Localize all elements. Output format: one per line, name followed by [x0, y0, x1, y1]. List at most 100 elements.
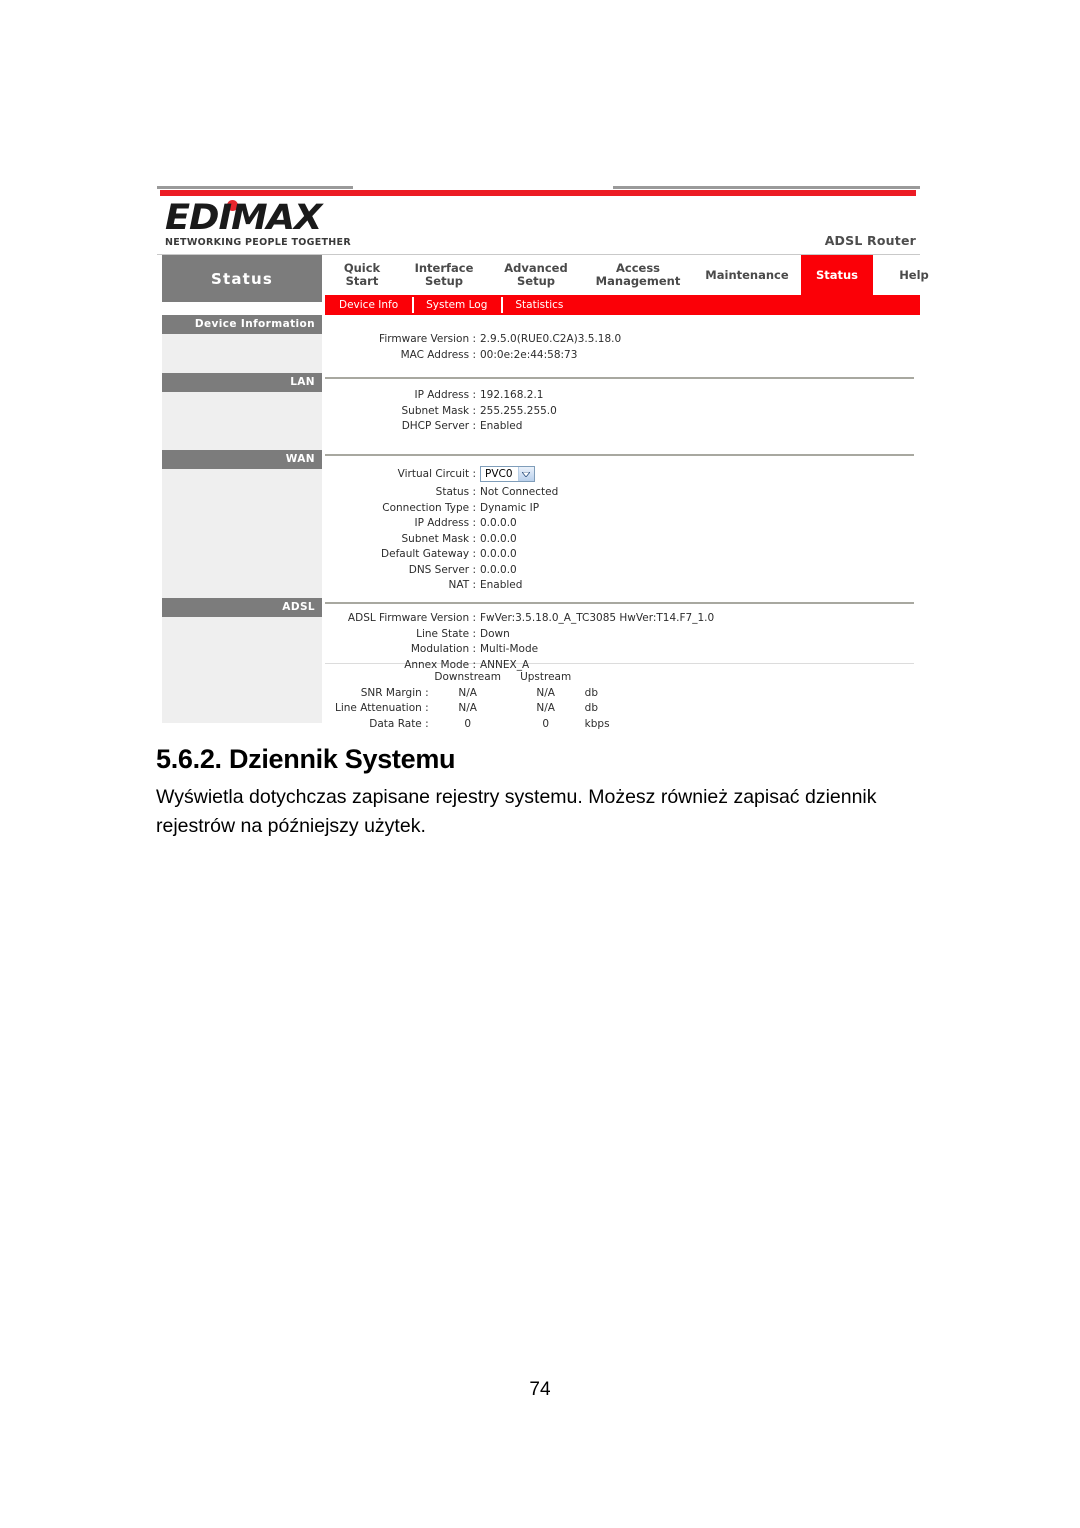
label-firmware-version: Firmware Version : [379, 333, 476, 345]
subtab-device-info[interactable]: Device Info [325, 295, 412, 315]
wan-rows: Virtual Circuit : PVC0 Status : Not Conn… [370, 464, 558, 594]
label-dns-server: DNS Server : [408, 563, 476, 576]
label-line-attenuation: Line Attenuation : [335, 702, 429, 714]
router-web-ui-screenshot: EDIMAX NETWORKING PEOPLE TOGETHER ADSL R… [157, 186, 955, 730]
edimax-logo: EDIMAX NETWORKING PEOPLE TOGETHER [165, 200, 365, 248]
row-default-gateway: Default Gateway : 0.0.0.0 [370, 547, 558, 563]
snr-margin-downstream: N/A [458, 686, 477, 699]
page-number: 74 [529, 1379, 551, 1400]
label-dhcp-server: DHCP Server : [401, 420, 476, 432]
table-row: Line Attenuation : N/A N/A db [335, 701, 610, 717]
value-dns-server: 0.0.0.0 [480, 563, 517, 576]
tab-advanced-setup[interactable]: Advanced Setup [489, 255, 583, 295]
logo-wordmark: EDIMAX [165, 198, 322, 238]
label-default-gateway: Default Gateway : [381, 548, 476, 560]
navigation-area: Status Quick Start Interface Setup Advan… [157, 255, 955, 315]
label-mac-address: MAC Address : [400, 348, 476, 361]
value-wan-subnet-mask: 0.0.0.0 [480, 532, 517, 545]
snr-margin-upstream: N/A [536, 686, 555, 699]
virtual-circuit-select[interactable]: PVC0 [480, 466, 535, 483]
row-wan-subnet-mask: Subnet Mask : 0.0.0.0 [370, 532, 558, 548]
label-adsl-firmware-version: ADSL Firmware Version : [347, 612, 476, 624]
label-connection-type: Connection Type : [382, 501, 476, 514]
row-dns-server: DNS Server : 0.0.0.0 [370, 563, 558, 579]
row-adsl-firmware-version: ADSL Firmware Version : FwVer:3.5.18.0_A… [315, 611, 714, 627]
sidebar-fill-wan [162, 469, 322, 598]
line-attenuation-unit: db [584, 702, 598, 714]
tab-interface-setup[interactable]: Interface Setup [399, 255, 489, 295]
section-rule-lan [325, 377, 914, 379]
section-rule-wan [325, 454, 914, 456]
label-line-state: Line State : [416, 627, 476, 640]
label-lan-ip-address: IP Address : [414, 389, 476, 401]
stats-header-row: Downstream Upstream [335, 670, 610, 686]
label-nat: NAT : [448, 579, 476, 591]
lan-rows: IP Address : 192.168.2.1 Subnet Mask : 2… [370, 388, 557, 435]
sidebar-fill-device-information [162, 334, 322, 373]
sub-tab-bar: Device Info System Log Statistics [325, 295, 920, 315]
adsl-statistics-table: Downstream Upstream SNR Margin : N/A N/A… [335, 670, 610, 732]
device-information-rows: Firmware Version : 2.9.5.0(RUE0.C2A)3.5.… [370, 332, 621, 363]
tab-access-management[interactable]: Access Management [583, 255, 693, 295]
section-header-lan: LAN [162, 373, 322, 392]
value-wan-ip-address: 0.0.0.0 [480, 517, 517, 529]
table-row: Data Rate : 0 0 kbps [335, 717, 610, 733]
stats-unit-header [585, 670, 610, 686]
label-wan-status: Status : [435, 486, 476, 498]
label-virtual-circuit: Virtual Circuit : [397, 467, 476, 480]
stats-corner-cell [335, 670, 429, 686]
line-attenuation-upstream: N/A [536, 702, 555, 714]
section-header-device-information: Device Information [162, 315, 322, 334]
panel-title-status: Status [162, 255, 322, 302]
virtual-circuit-selected-value: PVC0 [485, 468, 513, 481]
status-panel-body: Device Information LAN WAN ADSL Firmware… [157, 315, 920, 730]
tab-status[interactable]: Status [801, 255, 873, 295]
value-line-state: Down [480, 627, 510, 640]
value-firmware-version: 2.9.5.0(RUE0.C2A)3.5.18.0 [480, 333, 622, 345]
value-default-gateway: 0.0.0.0 [480, 548, 517, 560]
value-connection-type: Dynamic IP [480, 501, 540, 514]
value-lan-ip-address: 192.168.2.1 [480, 389, 544, 401]
value-nat: Enabled [480, 579, 523, 591]
value-wan-status: Not Connected [480, 486, 559, 498]
tab-maintenance[interactable]: Maintenance [693, 255, 801, 295]
label-modulation: Modulation : [410, 643, 476, 655]
row-modulation: Modulation : Multi-Mode [315, 642, 714, 658]
sidebar-fill-lan [162, 392, 322, 450]
model-label: ADSL Router [824, 233, 916, 248]
value-modulation: Multi-Mode [480, 643, 539, 655]
label-data-rate: Data Rate : [369, 717, 429, 730]
row-connection-type: Connection Type : Dynamic IP [370, 501, 558, 517]
section-rule-adsl [325, 602, 914, 604]
adsl-rows: ADSL Firmware Version : FwVer:3.5.18.0_A… [315, 611, 714, 673]
logo-tagline: NETWORKING PEOPLE TOGETHER [165, 237, 351, 248]
section-header-adsl: ADSL [162, 598, 322, 617]
label-snr-margin: SNR Margin : [360, 686, 429, 699]
snr-margin-unit: db [584, 686, 598, 699]
section-paragraph: Wyświetla dotychczas zapisane rejestry s… [156, 786, 877, 837]
subtab-system-log[interactable]: System Log [412, 295, 501, 315]
main-tab-bar: Quick Start Interface Setup Advanced Set… [325, 255, 955, 295]
row-lan-ip-address: IP Address : 192.168.2.1 [370, 388, 557, 404]
value-mac-address: 00:0e:2e:44:58:73 [480, 348, 578, 361]
row-dhcp-server: DHCP Server : Enabled [370, 419, 557, 435]
top-gray-rule-gap [353, 186, 613, 189]
line-attenuation-downstream: N/A [458, 702, 477, 714]
data-rate-downstream: 0 [464, 717, 471, 730]
stats-col-upstream: Upstream [520, 671, 572, 683]
row-lan-subnet-mask: Subnet Mask : 255.255.255.0 [370, 404, 557, 420]
section-heading: 5.6.2. Dziennik Systemu [156, 744, 456, 774]
data-rate-upstream: 0 [542, 717, 549, 730]
data-rate-unit: kbps [584, 717, 610, 730]
label-wan-subnet-mask: Subnet Mask : [401, 532, 476, 545]
tab-help[interactable]: Help [873, 255, 955, 295]
subtab-statistics[interactable]: Statistics [501, 295, 577, 315]
stats-col-downstream: Downstream [434, 671, 501, 683]
row-line-state: Line State : Down [315, 627, 714, 643]
section-header-wan: WAN [162, 450, 322, 469]
tab-quick-start[interactable]: Quick Start [325, 255, 399, 295]
chevron-down-icon [517, 467, 534, 482]
row-nat: NAT : Enabled [370, 578, 558, 594]
sidebar-fill-adsl [162, 617, 322, 723]
brand-header: EDIMAX NETWORKING PEOPLE TOGETHER ADSL R… [157, 197, 920, 255]
